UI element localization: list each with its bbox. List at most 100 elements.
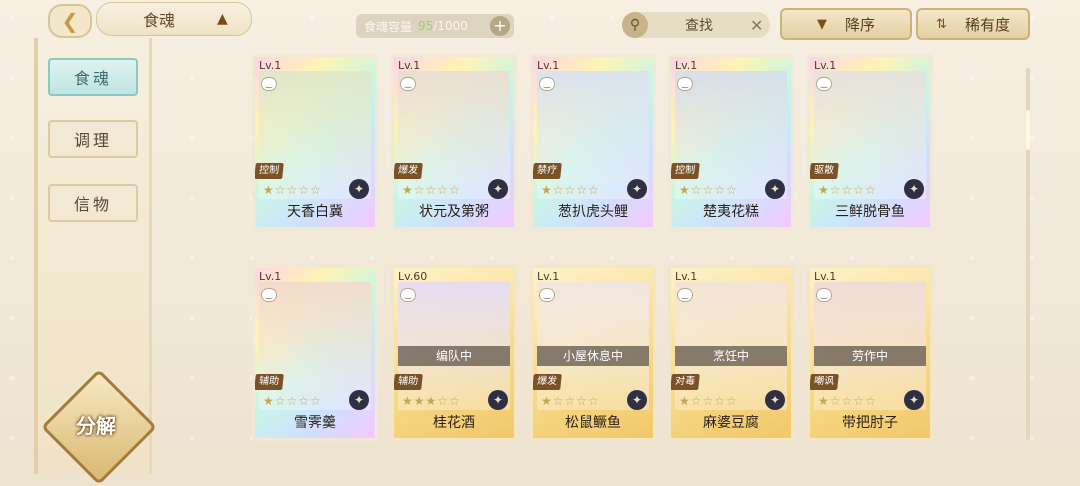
role-badge: 控制 [255,163,284,179]
star-rating: ★☆☆☆☆ [679,394,738,408]
card-name: 麻婆豆腐 [703,415,759,431]
card-level: Lv.1 [398,59,421,72]
element-icon: ✦ [627,390,647,410]
character-card[interactable]: Lv.1 ‿ 控制 ★☆☆☆☆ ✦ 天香白冀 [252,54,378,230]
star-rating: ★☆☆☆☆ [402,183,461,197]
character-card[interactable]: Lv.1 ‿ 辅助 ★☆☆☆☆ ✦ 雪霁羹 [252,265,378,441]
role-badge: 爆发 [533,374,562,390]
character-card[interactable]: Lv.60 ‿ 编队中 辅助 ★★★☆☆ ✦ 桂花酒 [391,265,517,441]
element-icon: ✦ [904,390,924,410]
card-status: 烹饪中 [675,346,787,366]
star-rating: ★☆☆☆☆ [818,394,877,408]
capacity-label: 食魂容量 [364,19,413,34]
card-name: 天香白冀 [287,204,343,220]
capacity-current: 95 [418,19,434,33]
element-icon: ✦ [488,179,508,199]
star-rating: ★☆☆☆☆ [541,183,600,197]
role-badge: 爆发 [394,163,423,179]
card-name: 三鲜脱骨鱼 [835,204,905,220]
sort-key-label: 稀有度 [964,15,1010,34]
role-badge: 控制 [671,163,700,179]
role-badge: 禁疗 [533,163,562,179]
card-name: 葱扒虎头鲤 [558,204,628,220]
sort-swap-icon: ⇅ [936,16,947,32]
star-rating: ★☆☆☆☆ [818,183,877,197]
card-name: 楚夷花糕 [703,204,759,220]
sort-order-button[interactable]: ▼ 降序 [780,8,912,40]
mood-icon: ‿ [261,77,277,91]
card-level: Lv.1 [675,270,698,283]
mood-icon: ‿ [677,288,693,302]
character-card[interactable]: Lv.1 ‿ 禁疗 ★☆☆☆☆ ✦ 葱扒虎头鲤 [530,54,656,230]
element-icon: ✦ [349,179,369,199]
role-badge: 对毒 [671,374,700,390]
card-name: 雪霁羹 [294,415,336,431]
star-rating: ★☆☆☆☆ [263,183,322,197]
back-button[interactable]: ❮ [48,4,92,38]
capacity-max: /1000 [433,19,468,33]
sidebar: 食魂 调理 信物 分解 [34,38,157,485]
card-level: Lv.1 [259,270,282,283]
card-level: Lv.1 [675,59,698,72]
card-status: 编队中 [398,346,510,366]
card-status: 劳作中 [814,346,926,366]
star-rating: ★☆☆☆☆ [541,394,600,408]
role-badge: 辅助 [255,374,284,390]
page-title: 食魂 [142,11,175,30]
card-level: Lv.1 [814,270,837,283]
sidebar-item-soul[interactable]: 食魂 [48,58,138,96]
sidebar-item-label: 调理 [73,131,112,150]
capacity-add-button[interactable]: + [490,16,510,36]
mood-icon: ‿ [539,77,555,91]
element-icon: ✦ [765,179,785,199]
scrollbar-thumb[interactable] [1026,110,1030,150]
sidebar-item-token[interactable]: 信物 [48,184,138,222]
sidebar-item-label: 信物 [73,195,112,214]
character-card[interactable]: Lv.1 ‿ 控制 ★☆☆☆☆ ✦ 楚夷花糕 [668,54,794,230]
card-level: Lv.1 [537,59,560,72]
character-card[interactable]: Lv.1 ‿ 驱散 ★☆☆☆☆ ✦ 三鲜脱骨鱼 [807,54,933,230]
mood-icon: ‿ [400,77,416,91]
sort-down-icon: ▼ [816,16,827,32]
card-status: 小屋休息中 [537,346,649,366]
back-arrow-icon: ❮ [61,9,79,33]
mood-icon: ‿ [539,288,555,302]
card-name: 状元及第粥 [419,204,489,220]
sidebar-item-conditioning[interactable]: 调理 [48,120,138,158]
element-icon: ✦ [904,179,924,199]
mood-icon: ‿ [816,288,832,302]
card-level: Lv.1 [814,59,837,72]
element-icon: ✦ [488,390,508,410]
sort-key-button[interactable]: ⇅ 稀有度 [916,8,1030,40]
element-icon: ✦ [627,179,647,199]
mood-icon: ‿ [816,77,832,91]
mood-icon: ‿ [677,77,693,91]
role-badge: 嘲讽 [810,374,839,390]
search-box[interactable]: ⚲ 查找 ✕ [622,12,770,38]
card-level: Lv.1 [537,270,560,283]
character-card[interactable]: Lv.1 ‿ 烹饪中对毒 ★☆☆☆☆ ✦ 麻婆豆腐 [668,265,794,441]
card-name: 松鼠鳜鱼 [565,415,621,431]
top-bar: ❮ 食魂 ▲ 食魂容量 95 /1000 + ⚲ 查找 ✕ ▼ 降序 ⇅ 稀有度 [0,0,1080,46]
element-icon: ✦ [349,390,369,410]
card-level: Lv.60 [398,270,428,283]
element-icon: ✦ [765,390,785,410]
capacity-counter: 食魂容量 95 /1000 + [356,14,514,38]
decompose-label[interactable]: 分解 [56,410,136,439]
search-input[interactable]: 查找 [648,15,750,35]
character-card[interactable]: Lv.1 ‿ 爆发 ★☆☆☆☆ ✦ 状元及第粥 [391,54,517,230]
search-clear-icon[interactable]: ✕ [750,16,770,35]
role-badge: 辅助 [394,374,423,390]
mood-icon: ‿ [261,288,277,302]
hat-icon[interactable]: ▲ [217,11,239,27]
card-name: 桂花酒 [433,415,475,431]
page-title-pill: 食魂 ▲ [96,2,252,36]
sort-order-label: 降序 [844,15,875,34]
character-card[interactable]: Lv.1 ‿ 劳作中 嘲讽 ★☆☆☆☆ ✦ 带把肘子 [807,265,933,441]
search-icon[interactable]: ⚲ [622,12,648,38]
card-level: Lv.1 [259,59,282,72]
star-rating: ★☆☆☆☆ [679,183,738,197]
character-card[interactable]: Lv.1 ‿ 小屋休息中爆发 ★☆☆☆☆ ✦ 松鼠鳜鱼 [530,265,656,441]
mood-icon: ‿ [400,288,416,302]
star-rating: ★☆☆☆☆ [263,394,322,408]
